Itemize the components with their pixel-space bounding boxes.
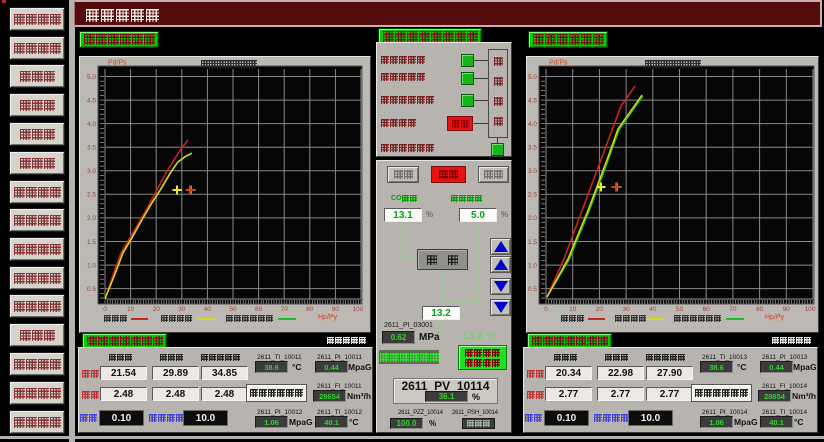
svg-text:1.5: 1.5: [528, 239, 537, 246]
svg-text:3.5: 3.5: [87, 145, 96, 152]
svg-text:40: 40: [649, 306, 657, 313]
svg-text:70: 70: [281, 306, 289, 313]
svg-text:30: 30: [178, 306, 186, 313]
svg-text:3.5: 3.5: [528, 145, 537, 152]
svg-text:50: 50: [676, 306, 684, 313]
svg-text:5.0: 5.0: [87, 74, 96, 81]
svg-text:4.0: 4.0: [528, 121, 537, 128]
svg-text:40: 40: [204, 306, 212, 313]
svg-text:2.5: 2.5: [87, 192, 96, 199]
svg-text:2.0: 2.0: [87, 215, 96, 222]
svg-text:3.0: 3.0: [87, 168, 96, 175]
svg-text:0: 0: [544, 306, 548, 313]
svg-text:60: 60: [703, 306, 711, 313]
svg-text:80: 80: [306, 306, 314, 313]
svg-text:0: 0: [103, 306, 107, 313]
svg-text:5.0: 5.0: [528, 74, 537, 81]
svg-text:100: 100: [353, 306, 364, 313]
svg-text:Pd/Ps: Pd/Ps: [549, 60, 568, 67]
svg-text:10: 10: [569, 306, 577, 313]
svg-text:2.0: 2.0: [528, 215, 537, 222]
svg-text:60: 60: [255, 306, 263, 313]
svg-text:1.0: 1.0: [87, 262, 96, 269]
svg-text:10: 10: [127, 306, 135, 313]
svg-text:100: 100: [805, 306, 816, 313]
svg-text:Pd/Ps: Pd/Ps: [108, 60, 127, 67]
svg-text:50: 50: [229, 306, 237, 313]
svg-text:70: 70: [729, 306, 737, 313]
svg-text:4.0: 4.0: [87, 121, 96, 128]
svg-text:90: 90: [332, 306, 340, 313]
svg-text:4.5: 4.5: [87, 97, 96, 104]
svg-text:30: 30: [622, 306, 630, 313]
svg-text:3.0: 3.0: [528, 168, 537, 175]
svg-text:0.5: 0.5: [528, 286, 537, 293]
svg-text:20: 20: [596, 306, 604, 313]
svg-text:1.0: 1.0: [528, 262, 537, 269]
svg-text:0.5: 0.5: [87, 286, 96, 293]
svg-text:80: 80: [756, 306, 764, 313]
svg-text:2.5: 2.5: [528, 192, 537, 199]
svg-text:1.5: 1.5: [87, 239, 96, 246]
svg-text:20: 20: [153, 306, 161, 313]
svg-text:90: 90: [783, 306, 791, 313]
svg-text:4.5: 4.5: [528, 97, 537, 104]
